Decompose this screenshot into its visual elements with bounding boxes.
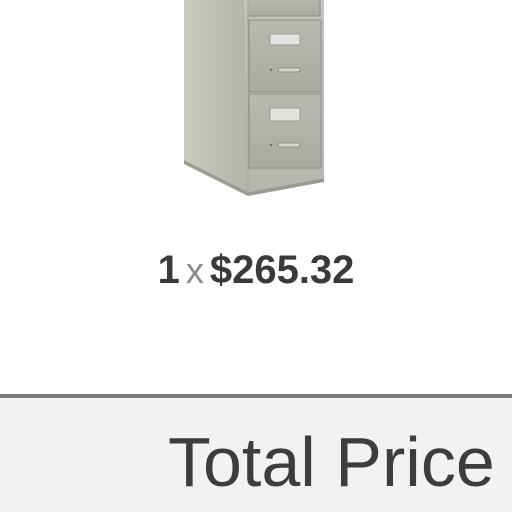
times-symbol: x xyxy=(185,250,204,291)
total-price-label: Total Price xyxy=(168,423,495,501)
item-quantity-price: 1 x $265.32 xyxy=(0,246,512,295)
item-quantity: 1 xyxy=(157,248,180,292)
file-cabinet-icon xyxy=(184,0,324,196)
item-unit-price: $265.32 xyxy=(209,248,355,292)
total-price-bar: Total Price xyxy=(0,398,512,512)
cart-item-screen: 1 x $265.32 Total Price xyxy=(0,0,512,512)
